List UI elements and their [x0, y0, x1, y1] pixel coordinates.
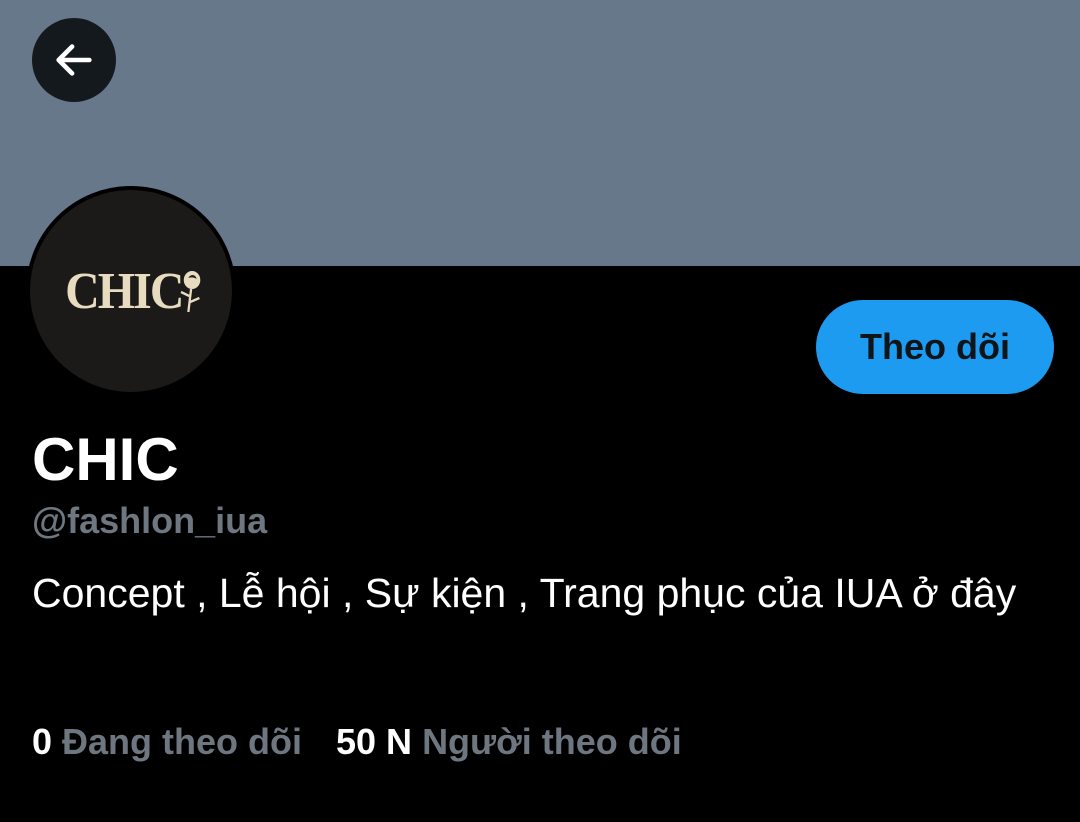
following-stat[interactable]: 0 Đang theo dõi: [32, 721, 302, 763]
rose-icon: [180, 271, 201, 313]
profile-page: CHIC Theo dõi CHIC @fashlon_iua Concept …: [0, 0, 1080, 822]
followers-count: 50 N: [336, 721, 413, 762]
followers-stat[interactable]: 50 N Người theo dõi: [336, 721, 682, 763]
avatar[interactable]: CHIC: [26, 186, 236, 396]
follow-button[interactable]: Theo dõi: [816, 300, 1054, 394]
profile-handle: @fashlon_iua: [32, 500, 268, 541]
profile-stats: 0 Đang theo dõi 50 N Người theo dõi: [32, 718, 682, 766]
avatar-logo: CHIC: [65, 262, 205, 321]
avatar-logo-text: CHIC: [65, 262, 184, 320]
display-name: CHIC: [32, 426, 179, 493]
followers-label: Người theo dõi: [422, 721, 682, 762]
following-count: 0: [32, 721, 53, 762]
following-label: Đang theo dõi: [62, 721, 303, 762]
arrow-left-icon: [56, 44, 92, 76]
profile-bio: Concept , Lễ hội , Sự kiện , Trang phục …: [32, 570, 1017, 616]
back-button[interactable]: [32, 18, 116, 102]
